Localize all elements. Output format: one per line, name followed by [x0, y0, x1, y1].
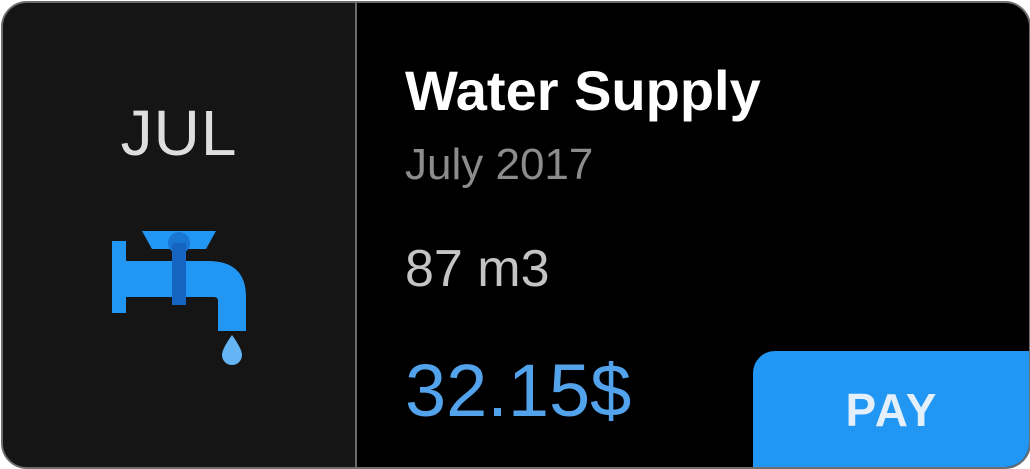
bill-amount: 32.15$	[405, 349, 632, 432]
tap-stem	[172, 243, 186, 305]
tap-pipe	[122, 261, 204, 297]
bill-period: July 2017	[405, 140, 594, 189]
bill-title: Water Supply	[405, 59, 761, 122]
bill-details-panel: Water Supply July 2017 87 m3 32.15$ PAY	[357, 3, 1029, 467]
bill-usage: 87 m3	[405, 240, 550, 298]
tap-spout	[196, 261, 246, 331]
bill-card: JUL Water Supply July 2017 87 m3 32.15$ …	[1, 1, 1030, 469]
water-tap-icon	[112, 231, 246, 365]
bill-month-panel: JUL	[3, 3, 357, 467]
water-drop	[222, 335, 242, 365]
pay-button[interactable]: PAY	[753, 351, 1029, 467]
bill-month-label: JUL	[120, 97, 238, 169]
